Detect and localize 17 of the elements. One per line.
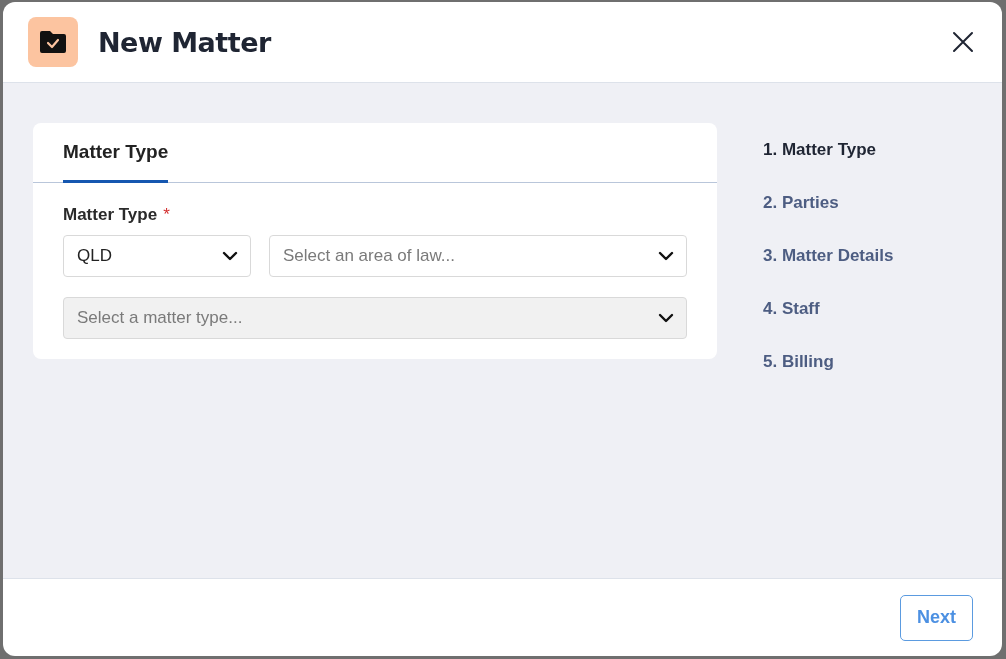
dropdown-select: Select a matter type...	[63, 297, 687, 339]
step-item[interactable]: 5. Billing	[763, 352, 894, 372]
chevron-down-icon	[658, 251, 674, 261]
folder-check-icon	[28, 17, 78, 67]
dialog-title: New Matter	[98, 26, 273, 58]
next-button[interactable]: Next	[900, 594, 973, 641]
chevron-down-icon	[222, 251, 238, 261]
step-item[interactable]: 3. Matter Details	[763, 246, 894, 266]
required-asterisk: *	[163, 205, 170, 225]
chevron-down-icon	[658, 313, 674, 323]
step-item[interactable]: 1. Matter Type	[763, 140, 894, 160]
dropdown-select[interactable]: Select an area of law...	[269, 235, 687, 277]
step-item[interactable]: 4. Staff	[763, 299, 894, 319]
dropdown-select[interactable]: QLD	[63, 235, 251, 277]
field-label: Matter Type	[63, 205, 158, 225]
step-item[interactable]: 2. Parties	[763, 193, 894, 213]
tab[interactable]: Matter Type	[63, 123, 169, 183]
